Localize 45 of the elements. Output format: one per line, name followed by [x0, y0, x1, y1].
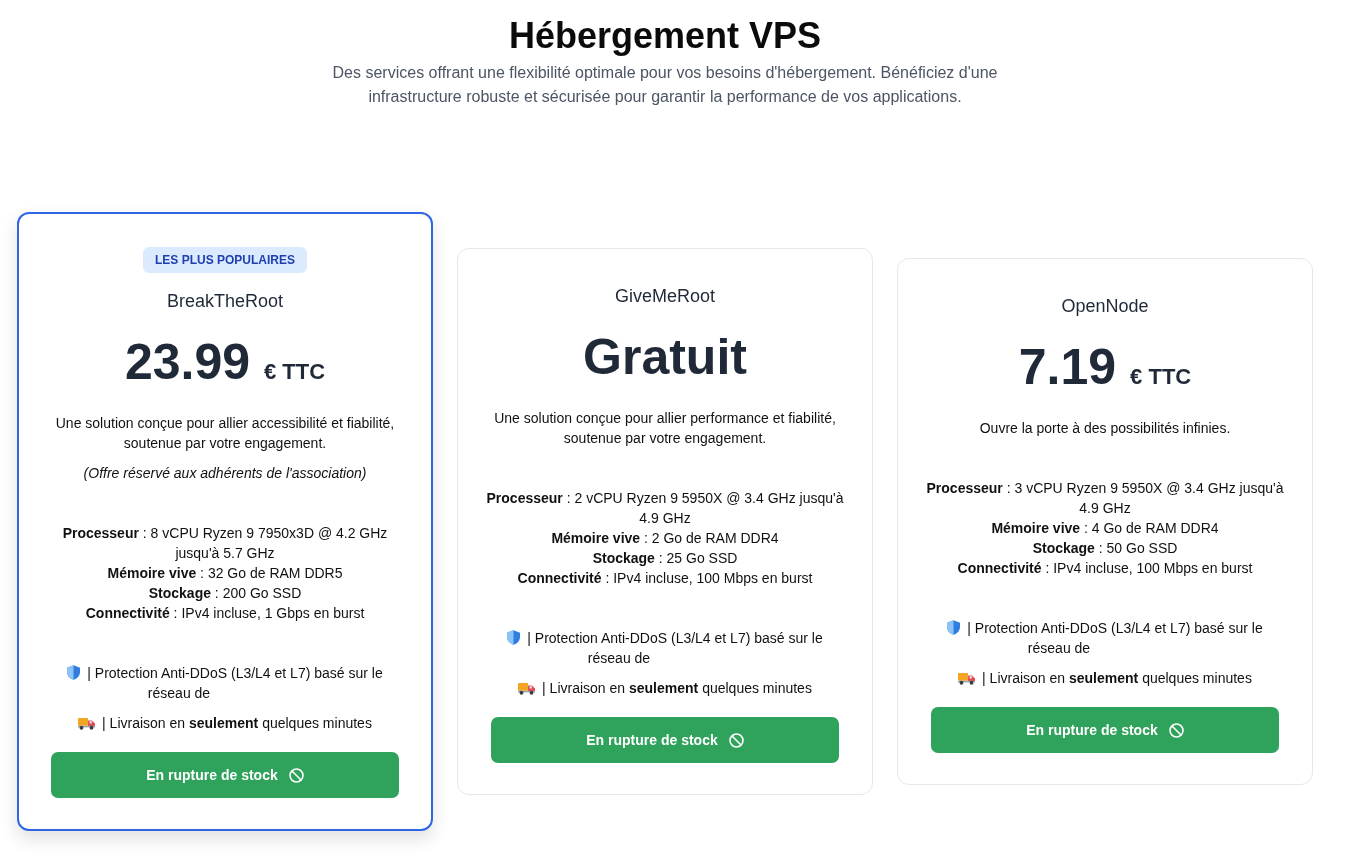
- truck-icon: [78, 717, 96, 730]
- feature-text: | Livraison en seulement quelques minutes: [542, 680, 812, 696]
- spec-line: Mémoire vive : 2 Go de RAM DDR4: [550, 529, 780, 548]
- truck-icon: [518, 682, 536, 695]
- price-amount: 7.19: [1018, 338, 1117, 397]
- plan-name: GiveMeRoot: [614, 285, 715, 308]
- ban-icon: [288, 767, 304, 783]
- spec-line: Stockage : 200 Go SSD: [147, 584, 303, 603]
- spec-line: Connectivité : IPv4 incluse, 1 Gbps en burst: [84, 604, 366, 623]
- page-subtitle: Des services offrant une flexibilité optimale pour vos besoins d'hébergement. Bénéficiez d'une infrastructure robuste et sécurisée pour garantir la performance de vos applications.: [331, 63, 999, 107]
- spec-line: Processeur : 3 vCPU Ryzen 9 5950X @ 3.4 GHz jusqu'à 4.9 GHz: [925, 479, 1285, 518]
- ban-icon: [1168, 722, 1184, 738]
- spec-line: Mémoire vive : 4 Go de RAM DDR4: [990, 519, 1220, 538]
- shield-icon: [947, 620, 961, 635]
- plan-description: Une solution conçue pour allier performance et fiabilité, soutenue par votre engagement.: [493, 409, 837, 448]
- price-amount: Gratuit: [583, 328, 747, 387]
- out-of-stock-button[interactable]: En rupture de stock: [931, 707, 1279, 753]
- spec-line: Stockage : 25 Go SSD: [591, 549, 739, 568]
- plan-description: Ouvre la porte à des possibilités infinies.: [979, 419, 1231, 438]
- price-amount: 23.99: [124, 333, 250, 392]
- ban-icon: [728, 732, 744, 748]
- plan-note: (Offre réservé aux adhérents de l'association): [83, 464, 367, 483]
- shield-icon: [507, 630, 521, 645]
- feature-text: | Protection Anti-DDoS (L3/L4 et L7) basé sur le réseau de: [527, 630, 823, 666]
- out-of-stock-button[interactable]: En rupture de stock: [491, 717, 839, 763]
- page-title: Hébergement VPS: [508, 14, 822, 58]
- price-unit: € TTC: [1130, 363, 1192, 391]
- feature-text: | Protection Anti-DDoS (L3/L4 et L7) basé sur le réseau de: [967, 620, 1263, 656]
- shield-icon: [67, 665, 81, 680]
- spec-line: Processeur : 8 vCPU Ryzen 9 7950x3D @ 4.2 GHz jusqu'à 5.7 GHz: [61, 524, 389, 563]
- out-of-stock-button[interactable]: En rupture de stock: [51, 752, 399, 798]
- feature-text: | Protection Anti-DDoS (L3/L4 et L7) basé sur le réseau de: [87, 665, 383, 701]
- plan-description: Une solution conçue pour allier accessibilité et fiabilité, soutenue par votre engagement.: [54, 414, 396, 453]
- feature-text: | Livraison en seulement quelques minutes: [102, 715, 372, 731]
- spec-line: Connectivité : IPv4 incluse, 100 Mbps en burst: [956, 559, 1254, 578]
- plan-name: BreakTheRoot: [166, 290, 284, 313]
- spec-line: Processeur : 2 vCPU Ryzen 9 5950X @ 3.4 GHz jusqu'à 4.9 GHz: [485, 489, 845, 528]
- feature-text: | Livraison en seulement quelques minutes: [982, 670, 1252, 686]
- spec-line: Connectivité : IPv4 incluse, 100 Mbps en burst: [516, 569, 814, 588]
- spec-line: Stockage : 50 Go SSD: [1031, 539, 1179, 558]
- popular-badge: LES PLUS POPULAIRES: [143, 247, 307, 273]
- price-unit: € TTC: [264, 358, 326, 386]
- spec-line: Mémoire vive : 32 Go de RAM DDR5: [106, 564, 344, 583]
- truck-icon: [958, 672, 976, 685]
- plan-name: OpenNode: [1061, 295, 1149, 318]
